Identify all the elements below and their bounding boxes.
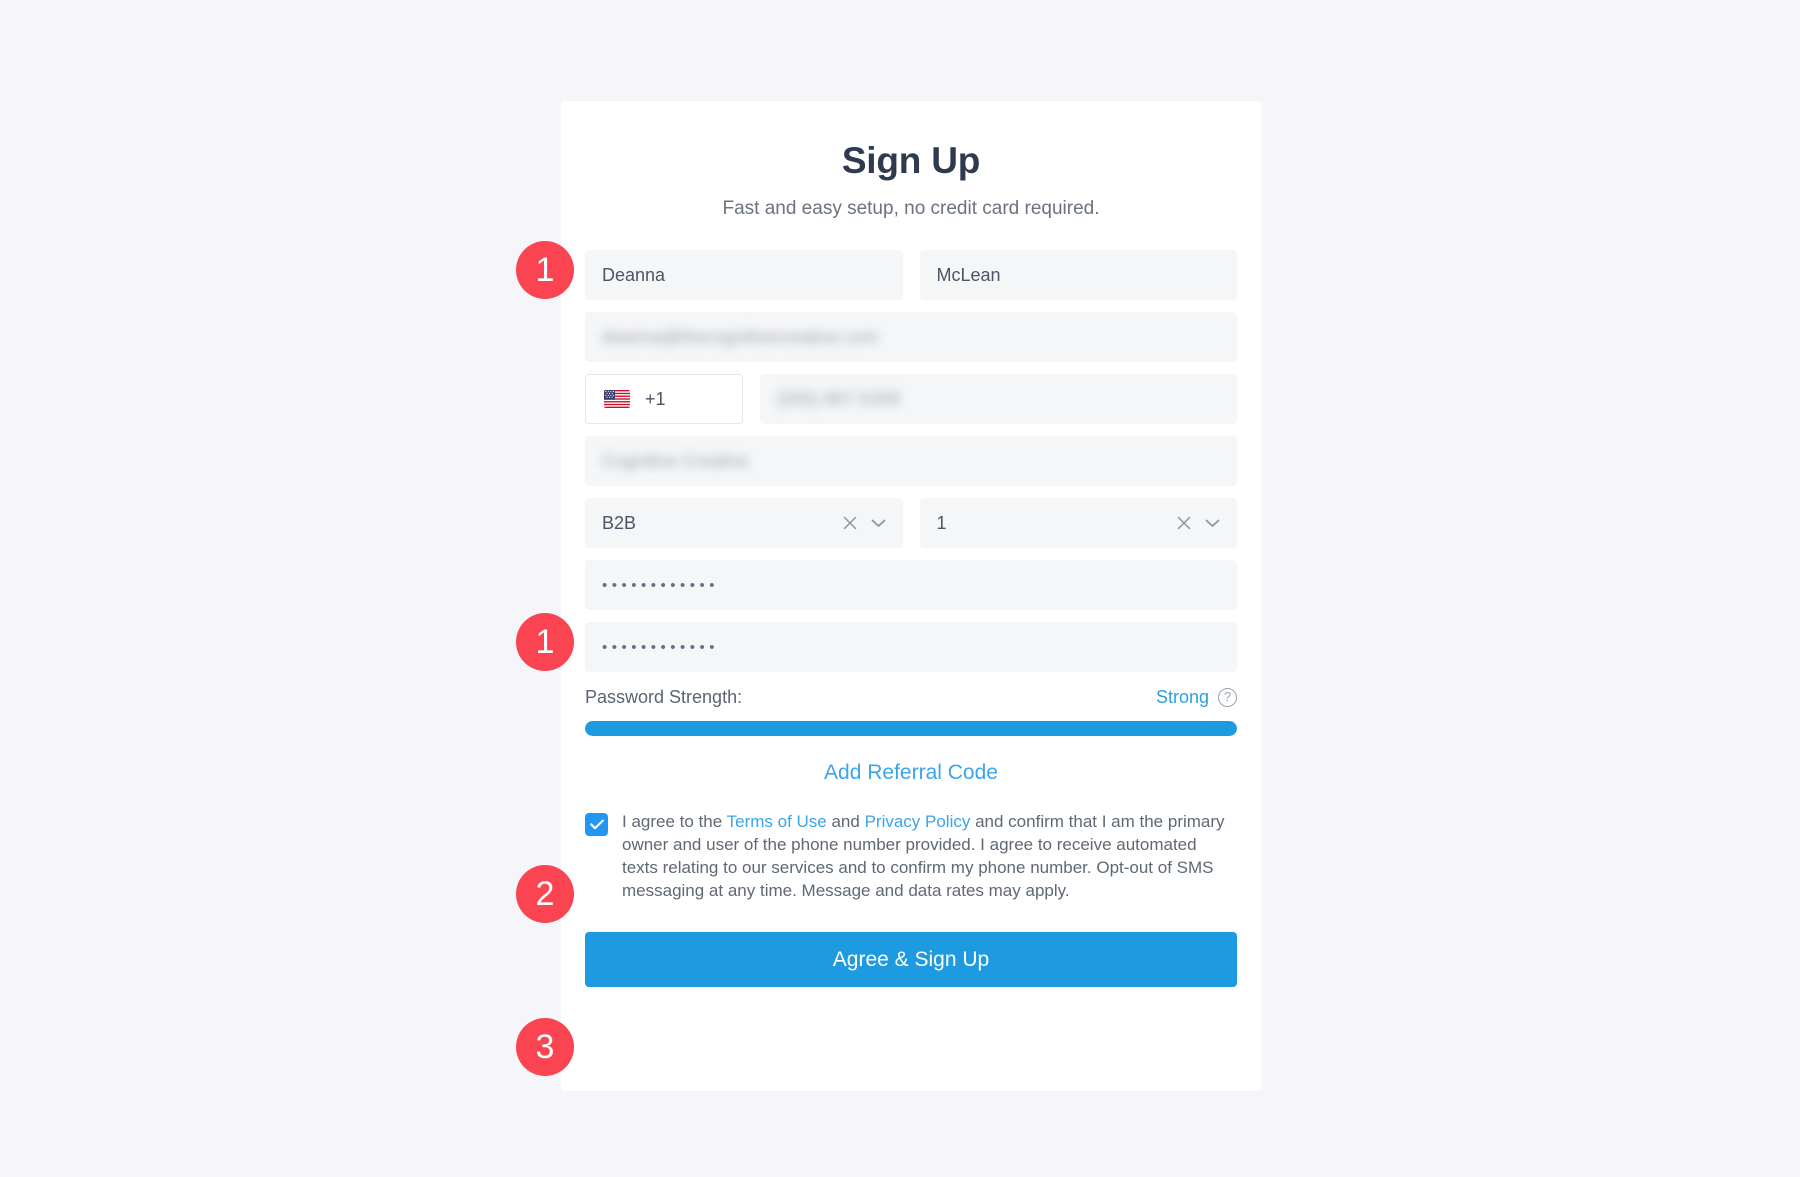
consent-text-part-2: and — [826, 812, 865, 831]
step-badge-1-top: 1 — [516, 241, 574, 299]
first-name-value: Deanna — [602, 265, 666, 285]
consent-text: I agree to the Terms of Use and Privacy … — [622, 810, 1237, 902]
password-row: •••••••••••• — [585, 560, 1237, 610]
step-badge-3: 3 — [516, 1018, 574, 1076]
phone-row: +1 (555) 867-5309 — [585, 374, 1237, 424]
email-row: deanna@thecognitivecreative.com — [585, 312, 1237, 362]
confirm-password-input[interactable]: •••••••••••• — [585, 622, 1237, 672]
company-row: Cognitive Creative — [585, 436, 1237, 486]
phone-value: (555) 867-5309 — [777, 389, 901, 409]
signup-card: Sign Up Fast and easy setup, no credit c… — [561, 101, 1261, 1091]
company-value: Cognitive Creative — [602, 451, 750, 471]
password-strength-fill — [585, 721, 1237, 736]
password-value: •••••••••••• — [602, 576, 720, 594]
email-input[interactable]: deanna@thecognitivecreative.com — [585, 312, 1237, 362]
confirm-password-value: •••••••••••• — [602, 638, 720, 656]
terms-of-use-link[interactable]: Terms of Use — [727, 812, 827, 831]
chevron-down-icon[interactable] — [1205, 518, 1220, 528]
us-flag-icon — [604, 390, 630, 408]
password-strength-status: Strong ? — [1156, 687, 1237, 708]
last-name-value: McLean — [936, 265, 1001, 285]
consent-text-part-1: I agree to the — [622, 812, 727, 831]
close-icon[interactable] — [1177, 516, 1191, 530]
confirm-password-row: •••••••••••• — [585, 622, 1237, 672]
dial-code-value: +1 — [645, 388, 666, 409]
business-type-icons — [843, 516, 886, 530]
team-size-select[interactable]: 1 — [919, 498, 1237, 548]
add-referral-code-link[interactable]: Add Referral Code — [585, 761, 1237, 785]
first-name-input[interactable]: Deanna — [585, 250, 903, 300]
consent-block: I agree to the Terms of Use and Privacy … — [585, 810, 1237, 902]
password-strength-label: Password Strength: — [585, 687, 743, 707]
password-strength-head: Password Strength: Strong ? — [585, 687, 1237, 708]
business-type-value: B2B — [602, 513, 637, 533]
team-size-value: 1 — [936, 513, 947, 533]
page-title: Sign Up — [841, 140, 981, 181]
question-mark-icon[interactable]: ? — [1218, 688, 1237, 707]
chevron-down-icon[interactable] — [871, 518, 886, 528]
page-subtitle: Fast and easy setup, no credit card requ… — [722, 198, 1100, 219]
step-badge-2: 2 — [516, 865, 574, 923]
name-row: Deanna McLean — [585, 250, 1237, 300]
privacy-policy-link[interactable]: Privacy Policy — [865, 812, 971, 831]
password-input[interactable]: •••••••••••• — [585, 560, 1237, 610]
business-details-row: B2B 1 — [585, 498, 1237, 548]
team-size-icons — [1177, 516, 1220, 530]
agree-and-sign-up-button[interactable]: Agree & Sign Up — [585, 932, 1237, 987]
phone-input[interactable]: (555) 867-5309 — [760, 374, 1237, 424]
last-name-input[interactable]: McLean — [919, 250, 1237, 300]
signup-form: Deanna McLean deanna@thecognitivecreativ… — [585, 250, 1237, 987]
business-type-select[interactable]: B2B — [585, 498, 903, 548]
step-badge-1-bottom: 1 — [516, 613, 574, 671]
password-strength-track — [585, 721, 1237, 736]
screenshot-stage: Sign Up Fast and easy setup, no credit c… — [0, 0, 1800, 1177]
check-icon — [589, 819, 604, 830]
password-strength: Password Strength: Strong ? — [585, 687, 1237, 736]
company-input[interactable]: Cognitive Creative — [585, 436, 1237, 486]
country-code-select[interactable]: +1 — [585, 374, 743, 424]
email-value: deanna@thecognitivecreative.com — [602, 327, 879, 347]
consent-checkbox[interactable] — [585, 813, 608, 836]
close-icon[interactable] — [843, 516, 857, 530]
password-strength-value: Strong — [1155, 687, 1209, 707]
